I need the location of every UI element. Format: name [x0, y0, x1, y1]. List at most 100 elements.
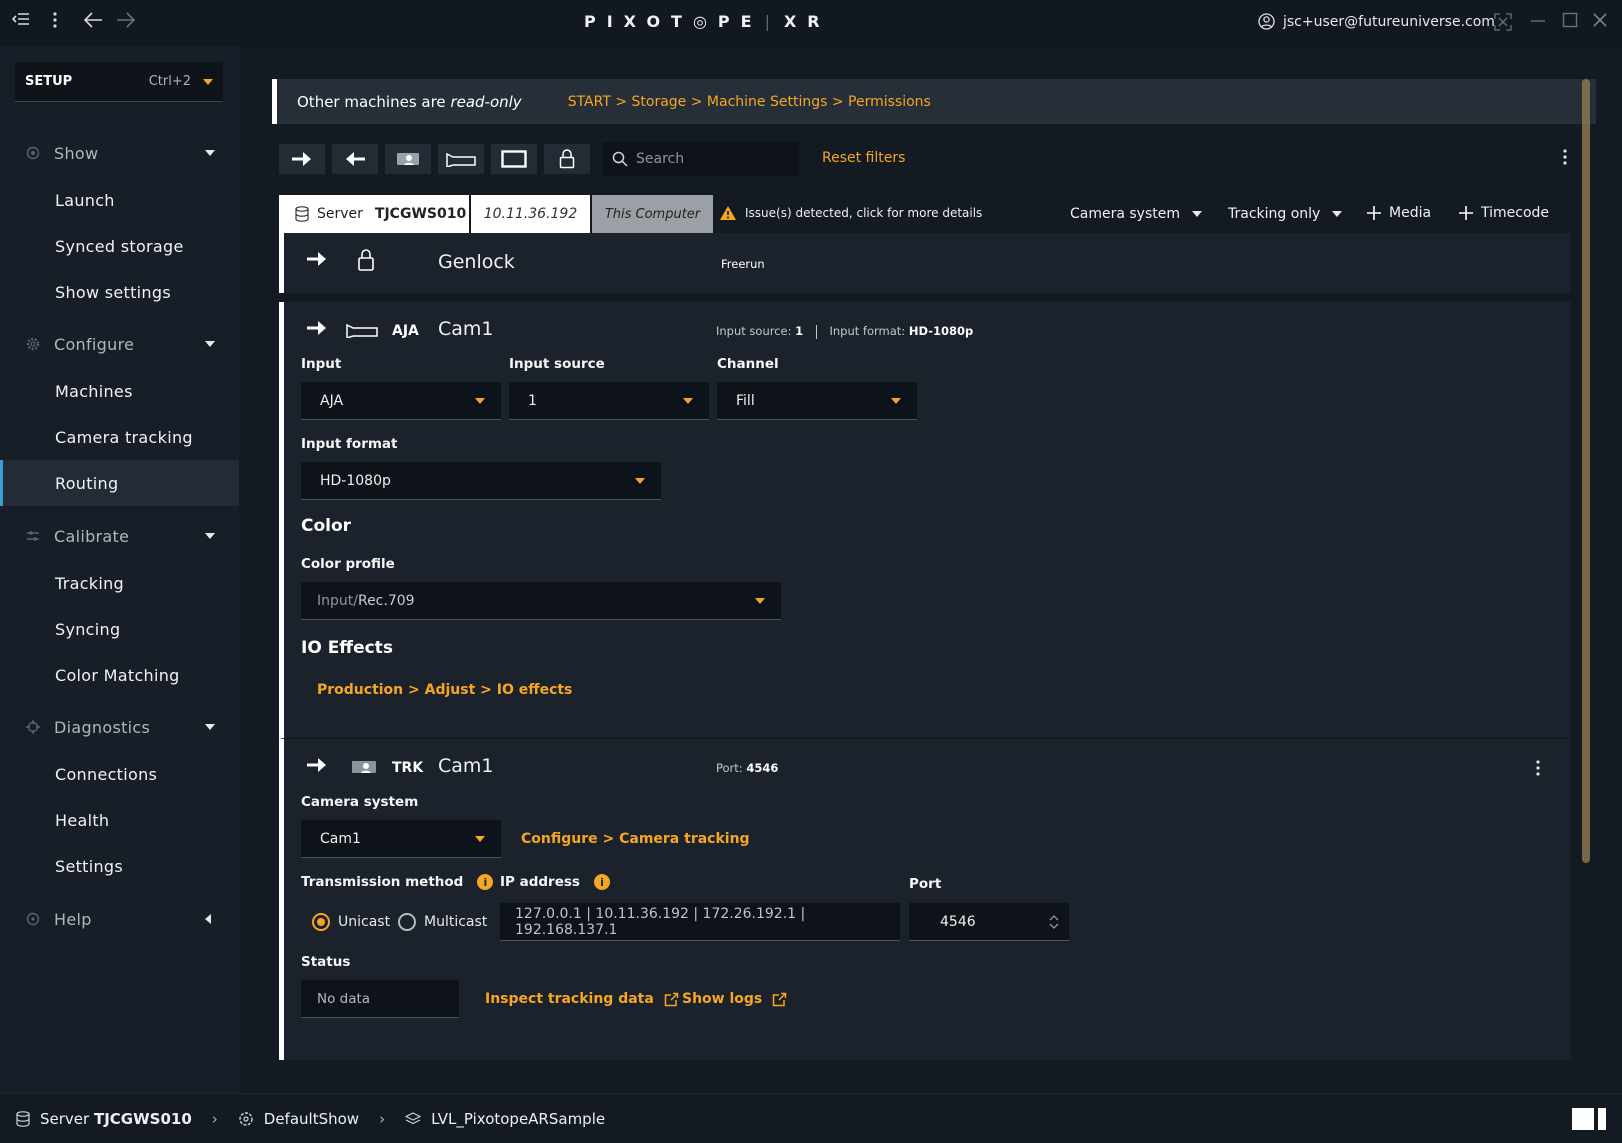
user-account[interactable]: jsc+user@futureuniverse.com: [1258, 13, 1495, 30]
sidebar-item-launch[interactable]: Launch: [0, 177, 239, 223]
filter-display-button[interactable]: [491, 144, 537, 174]
sidebar-item-machines[interactable]: Machines: [0, 368, 239, 414]
chevron-down-icon: [205, 150, 215, 156]
issue-warning[interactable]: Issue(s) detected, click for more detail…: [719, 205, 982, 221]
collapse-menu-icon[interactable]: [12, 11, 30, 27]
nav-group-label: Show: [54, 143, 99, 163]
stepper-arrows-icon[interactable]: [1049, 914, 1059, 930]
ip-address-field[interactable]: 127.0.0.1 | 10.11.36.192 | 172.26.192.1 …: [500, 903, 900, 941]
tracking-camera-icon: [397, 153, 419, 165]
sidebar-item-tracking[interactable]: Tracking: [0, 560, 239, 606]
sidebar-item-settings[interactable]: Settings: [0, 843, 239, 889]
io-effects-link[interactable]: Production > Adjust > IO effects: [317, 682, 572, 698]
configure-camera-tracking-link[interactable]: Configure > Camera tracking: [521, 831, 750, 847]
chevron-down-icon: [635, 478, 645, 484]
main-scrollbar[interactable]: [1582, 79, 1590, 863]
nav-group-help[interactable]: Help: [0, 899, 239, 939]
chevron-down-icon: [475, 836, 485, 842]
status-show[interactable]: DefaultShow: [264, 1110, 359, 1128]
port-stepper[interactable]: 4546: [909, 903, 1069, 941]
input-source-select[interactable]: 1: [509, 382, 709, 420]
filter-outputs-button[interactable]: [279, 144, 325, 174]
sidebar-item-connections[interactable]: Connections: [0, 751, 239, 797]
sidebar-item-syncing[interactable]: Syncing: [0, 606, 239, 652]
lock-icon: [559, 149, 575, 169]
sidebar-item-camera-tracking[interactable]: Camera tracking: [0, 414, 239, 460]
nav-group-diagnostics[interactable]: Diagnostics: [0, 707, 239, 747]
filter-video-button[interactable]: [438, 144, 484, 174]
nav-group-label: Configure: [54, 334, 135, 354]
color-profile-select[interactable]: Input/Rec.709: [301, 582, 781, 620]
sidebar-item-synced-storage[interactable]: Synced storage: [0, 223, 239, 269]
filter-genlock-button[interactable]: [544, 144, 590, 174]
minimize-icon[interactable]: [1530, 12, 1546, 28]
server-ip: 10.11.36.192: [471, 195, 590, 233]
genlock-header: Genlock Freerun: [284, 233, 1571, 289]
radio-unselected-icon: [398, 913, 416, 931]
back-arrow-icon[interactable]: [83, 11, 103, 29]
color-section-title: Color: [301, 516, 352, 536]
sidebar-item-show-settings[interactable]: Show settings: [0, 269, 239, 315]
pixotope-logo: PIXOT◎PE | XR: [584, 12, 831, 31]
tracking-filter[interactable]: Tracking only: [1228, 206, 1343, 222]
reset-filters-link[interactable]: Reset filters: [822, 150, 905, 166]
search-input[interactable]: Search: [603, 142, 799, 176]
filter-tracking-button[interactable]: [385, 144, 431, 174]
permissions-breadcrumb-link[interactable]: START > Storage > Machine Settings > Per…: [568, 94, 931, 110]
close-icon[interactable]: [1592, 12, 1608, 28]
camera-system-filter[interactable]: Camera system: [1070, 206, 1203, 222]
add-timecode-button[interactable]: Timecode: [1459, 205, 1549, 221]
arrow-right-icon[interactable]: [306, 320, 328, 336]
info-icon[interactable]: i: [477, 874, 494, 890]
chevron-right-icon: ›: [379, 1109, 386, 1128]
nav-group-configure[interactable]: Configure: [0, 324, 239, 364]
camera-system-label: Camera system: [301, 794, 419, 810]
camera-system-select[interactable]: Cam1: [301, 820, 501, 858]
info-icon[interactable]: i: [593, 874, 610, 890]
input-format-value: HD-1080p: [320, 472, 391, 489]
server-tab[interactable]: Server TJCGWS010: [279, 195, 469, 233]
fullscreen-icon[interactable]: [1494, 13, 1512, 31]
status-level[interactable]: LVL_PixotopeARSample: [431, 1110, 605, 1128]
nav-group-show[interactable]: Show: [0, 133, 239, 173]
unicast-radio[interactable]: Unicast: [312, 913, 390, 931]
server-icon: [16, 1110, 30, 1127]
multicast-radio[interactable]: Multicast: [398, 913, 487, 931]
status-server[interactable]: Server TJCGWS010: [40, 1110, 192, 1128]
routing-toolbar: Search Reset filters: [272, 138, 1582, 182]
show-icon: [239, 1111, 253, 1126]
status-value: No data: [317, 990, 371, 1007]
gear-icon: [26, 337, 40, 351]
camera-system-filter-label: Camera system: [1070, 206, 1181, 222]
layout-toggle[interactable]: [1572, 1107, 1606, 1130]
channel-select[interactable]: Fill: [717, 382, 917, 420]
server-icon: [295, 206, 309, 222]
user-icon: [1258, 13, 1275, 30]
sidebar-item-health[interactable]: Health: [0, 797, 239, 843]
input-format-select[interactable]: HD-1080p: [301, 462, 661, 500]
read-only-banner: Other machines are read-only START > Sto…: [272, 79, 1596, 124]
arrow-right-icon[interactable]: [306, 251, 328, 267]
filter-inputs-button[interactable]: [332, 144, 378, 174]
more-vertical-icon[interactable]: [1535, 759, 1541, 777]
sidebar-item-color-matching[interactable]: Color Matching: [0, 652, 239, 698]
radio-selected-icon: [312, 913, 330, 931]
more-vertical-icon[interactable]: [1562, 148, 1568, 166]
inspect-tracking-data-link[interactable]: Inspect tracking data: [485, 991, 679, 1007]
video-camera-icon: [346, 322, 378, 338]
add-media-button[interactable]: Media: [1367, 205, 1431, 221]
chevron-down-icon: [205, 533, 215, 539]
multicast-label: Multicast: [424, 914, 488, 930]
nav-group-calibrate[interactable]: Calibrate: [0, 516, 239, 556]
maximize-icon[interactable]: [1562, 12, 1578, 28]
arrow-right-icon[interactable]: [306, 757, 328, 773]
status-field: No data: [301, 980, 459, 1018]
lock-icon: [357, 248, 375, 272]
show-logs-link[interactable]: Show logs: [682, 991, 787, 1007]
input-select[interactable]: AJA: [301, 382, 501, 420]
sidebar-item-routing[interactable]: Routing: [0, 460, 239, 506]
forward-arrow-icon[interactable]: [116, 11, 136, 29]
mode-select[interactable]: SETUP Ctrl+2: [15, 62, 223, 102]
genlock-mode: Freerun: [721, 257, 765, 271]
more-vertical-icon[interactable]: [52, 11, 58, 29]
